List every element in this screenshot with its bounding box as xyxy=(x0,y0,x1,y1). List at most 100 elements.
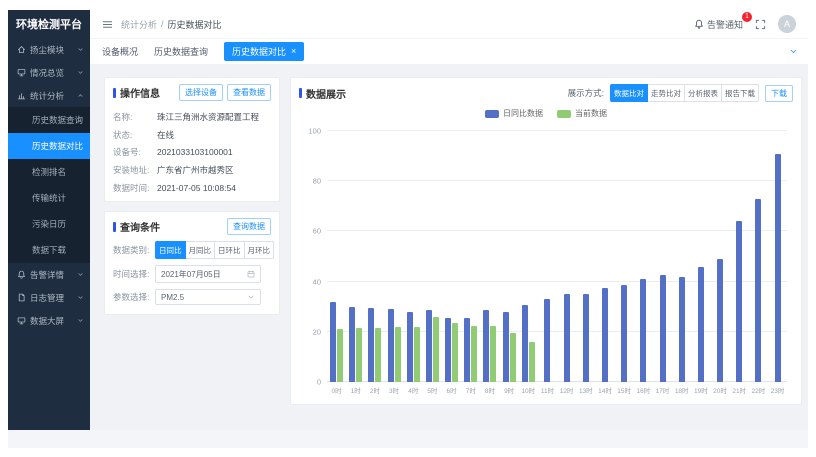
category-month-mom[interactable]: 月环比 xyxy=(245,241,275,259)
y-axis-label: 20 xyxy=(299,327,321,336)
info-row-status: 状态:在线 xyxy=(113,130,271,141)
sidebar-item-data-download[interactable]: 数据下载 xyxy=(8,237,90,263)
bar-series-1 xyxy=(775,154,781,382)
bar-group xyxy=(404,131,423,382)
param-label: 参数选择: xyxy=(113,291,155,303)
legend-item-2[interactable]: 当前数据 xyxy=(557,108,607,119)
sidebar-item-label: 日志管理 xyxy=(30,292,73,304)
breadcrumb-section[interactable]: 统计分析 xyxy=(121,18,157,31)
date-value: 2021年07月05日 xyxy=(161,269,221,280)
operation-info-title: 操作信息 xyxy=(113,85,160,100)
operation-info-buttons: 选择设备 查看数据 xyxy=(179,84,271,101)
download-button[interactable]: 下载 xyxy=(765,85,793,102)
info-value: 2021-07-05 10:08:54 xyxy=(157,183,271,194)
bar-group xyxy=(576,131,595,382)
mode-analysis-report[interactable]: 分析报表 xyxy=(685,84,722,102)
param-row: 参数选择: PM2.5 xyxy=(113,289,271,305)
tab-history-data-query[interactable]: 历史数据查询 xyxy=(154,45,208,58)
sidebar-item-label: 数据大屏 xyxy=(30,315,73,327)
screen-icon xyxy=(17,316,26,325)
query-data-button[interactable]: 查询数据 xyxy=(227,218,271,235)
legend-item-1[interactable]: 日同比数据 xyxy=(485,108,543,119)
monitor-icon xyxy=(17,68,26,77)
bar-group xyxy=(327,131,346,382)
title-marker xyxy=(113,222,116,232)
breadcrumb: 统计分析 / 历史数据对比 xyxy=(121,18,222,31)
sidebar-item-transmission-stats[interactable]: 传输统计 xyxy=(8,185,90,211)
view-data-button[interactable]: 查看数据 xyxy=(227,84,271,101)
close-icon[interactable]: × xyxy=(291,47,296,56)
tab-device-overview[interactable]: 设备概况 xyxy=(102,45,138,58)
param-value: PM2.5 xyxy=(161,293,184,302)
tab-history-data-compare[interactable]: 历史数据对比× xyxy=(224,42,304,61)
chevron-down-icon xyxy=(77,69,84,76)
select-device-button[interactable]: 选择设备 xyxy=(179,84,223,101)
info-label: 数据时间: xyxy=(113,183,157,194)
y-axis-label: 40 xyxy=(299,277,321,286)
bar-group xyxy=(653,131,672,382)
bar-series-1 xyxy=(426,310,432,382)
x-axis-label: 18时 xyxy=(672,385,691,398)
chart-legend: 日同比数据 当前数据 xyxy=(299,108,793,119)
sidebar-item-data-screen[interactable]: 数据大屏 xyxy=(8,309,90,332)
x-axis-label: 22时 xyxy=(749,385,768,398)
tab-bar: 设备概况 历史数据查询 历史数据对比× xyxy=(90,38,808,64)
date-input[interactable]: 2021年07月05日 xyxy=(155,265,261,283)
avatar[interactable]: A xyxy=(778,15,796,33)
data-display-title: 数据展示 xyxy=(299,86,346,101)
mode-trend-compare[interactable]: 走势比对 xyxy=(648,84,685,102)
file-icon xyxy=(17,293,26,302)
mode-data-compare[interactable]: 数据比对 xyxy=(610,84,648,102)
sidebar-item-overview[interactable]: 情况总览 xyxy=(8,61,90,84)
category-day-yoy[interactable]: 日同比 xyxy=(155,241,186,259)
chevron-down-icon xyxy=(77,317,84,324)
sidebar-item-log-management[interactable]: 日志管理 xyxy=(8,286,90,309)
bar-group xyxy=(442,131,461,382)
x-axis-label: 9时 xyxy=(500,385,519,398)
operation-info-title-text: 操作信息 xyxy=(120,85,160,100)
chart-bars xyxy=(327,131,787,382)
menu-collapse-icon[interactable] xyxy=(102,19,113,30)
title-marker xyxy=(299,88,302,98)
bar-series-1 xyxy=(445,318,451,382)
display-modes: 展示方式: 数据比对走势比对分析报表报告下载 下载 xyxy=(568,84,793,102)
x-axis-label: 15时 xyxy=(615,385,634,398)
mode-report-download[interactable]: 报告下载 xyxy=(722,84,759,102)
data-display-head: 数据展示 展示方式: 数据比对走势比对分析报表报告下载 下载 xyxy=(299,84,793,102)
bar-series-1 xyxy=(388,309,394,382)
sidebar-item-label: 扬尘模块 xyxy=(30,44,73,56)
param-select[interactable]: PM2.5 xyxy=(155,289,261,305)
notification-badge: 1 xyxy=(742,12,752,22)
x-axis-label: 12时 xyxy=(557,385,576,398)
chart-icon xyxy=(17,91,26,100)
bar-group xyxy=(672,131,691,382)
info-label: 名称: xyxy=(113,112,157,123)
sidebar-item-alarm-details[interactable]: 告警详情 xyxy=(8,263,90,286)
bar-group xyxy=(423,131,442,382)
y-axis-label: 0 xyxy=(299,378,321,387)
query-conditions-card: 查询条件 查询数据 数据类别: 日同比月同比日环比月环比 时间选择: xyxy=(104,211,280,315)
info-value: 珠江三角洲水资源配置工程 xyxy=(157,112,271,123)
bar-series-2 xyxy=(395,327,401,382)
notification-button[interactable]: 告警通知 1 xyxy=(694,18,743,31)
bar-series-2 xyxy=(356,328,362,382)
x-axis-label: 14时 xyxy=(595,385,614,398)
chevron-down-icon xyxy=(77,271,84,278)
fullscreen-icon[interactable] xyxy=(755,19,766,30)
sidebar-item-statistics[interactable]: 统计分析 xyxy=(8,84,90,107)
topbar-right: 告警通知 1 A xyxy=(694,15,796,33)
notification-label: 告警通知 xyxy=(707,18,743,31)
chevron-down-icon[interactable] xyxy=(789,47,798,56)
sidebar-item-dust-module[interactable]: 扬尘模块 xyxy=(8,38,90,61)
sidebar-item-pollution-calendar[interactable]: 污染日历 xyxy=(8,211,90,237)
sidebar-item-detection-ranking[interactable]: 检测排名 xyxy=(8,159,90,185)
category-day-mom[interactable]: 日环比 xyxy=(215,241,245,259)
operation-info-head: 操作信息 选择设备 查看数据 xyxy=(105,78,279,105)
category-month-yoy[interactable]: 月同比 xyxy=(186,241,216,259)
sidebar-item-history-data-query[interactable]: 历史数据查询 xyxy=(8,107,90,133)
app-window: 环境检测平台 扬尘模块情况总览统计分析历史数据查询历史数据对比检测排名传输统计污… xyxy=(8,10,808,430)
y-axis-label: 80 xyxy=(299,177,321,186)
right-column: 数据展示 展示方式: 数据比对走势比对分析报表报告下载 下载 日同比数据 当前数据… xyxy=(290,77,802,430)
sidebar-item-history-data-compare[interactable]: 历史数据对比 xyxy=(8,133,90,159)
bar-series-2 xyxy=(433,317,439,382)
